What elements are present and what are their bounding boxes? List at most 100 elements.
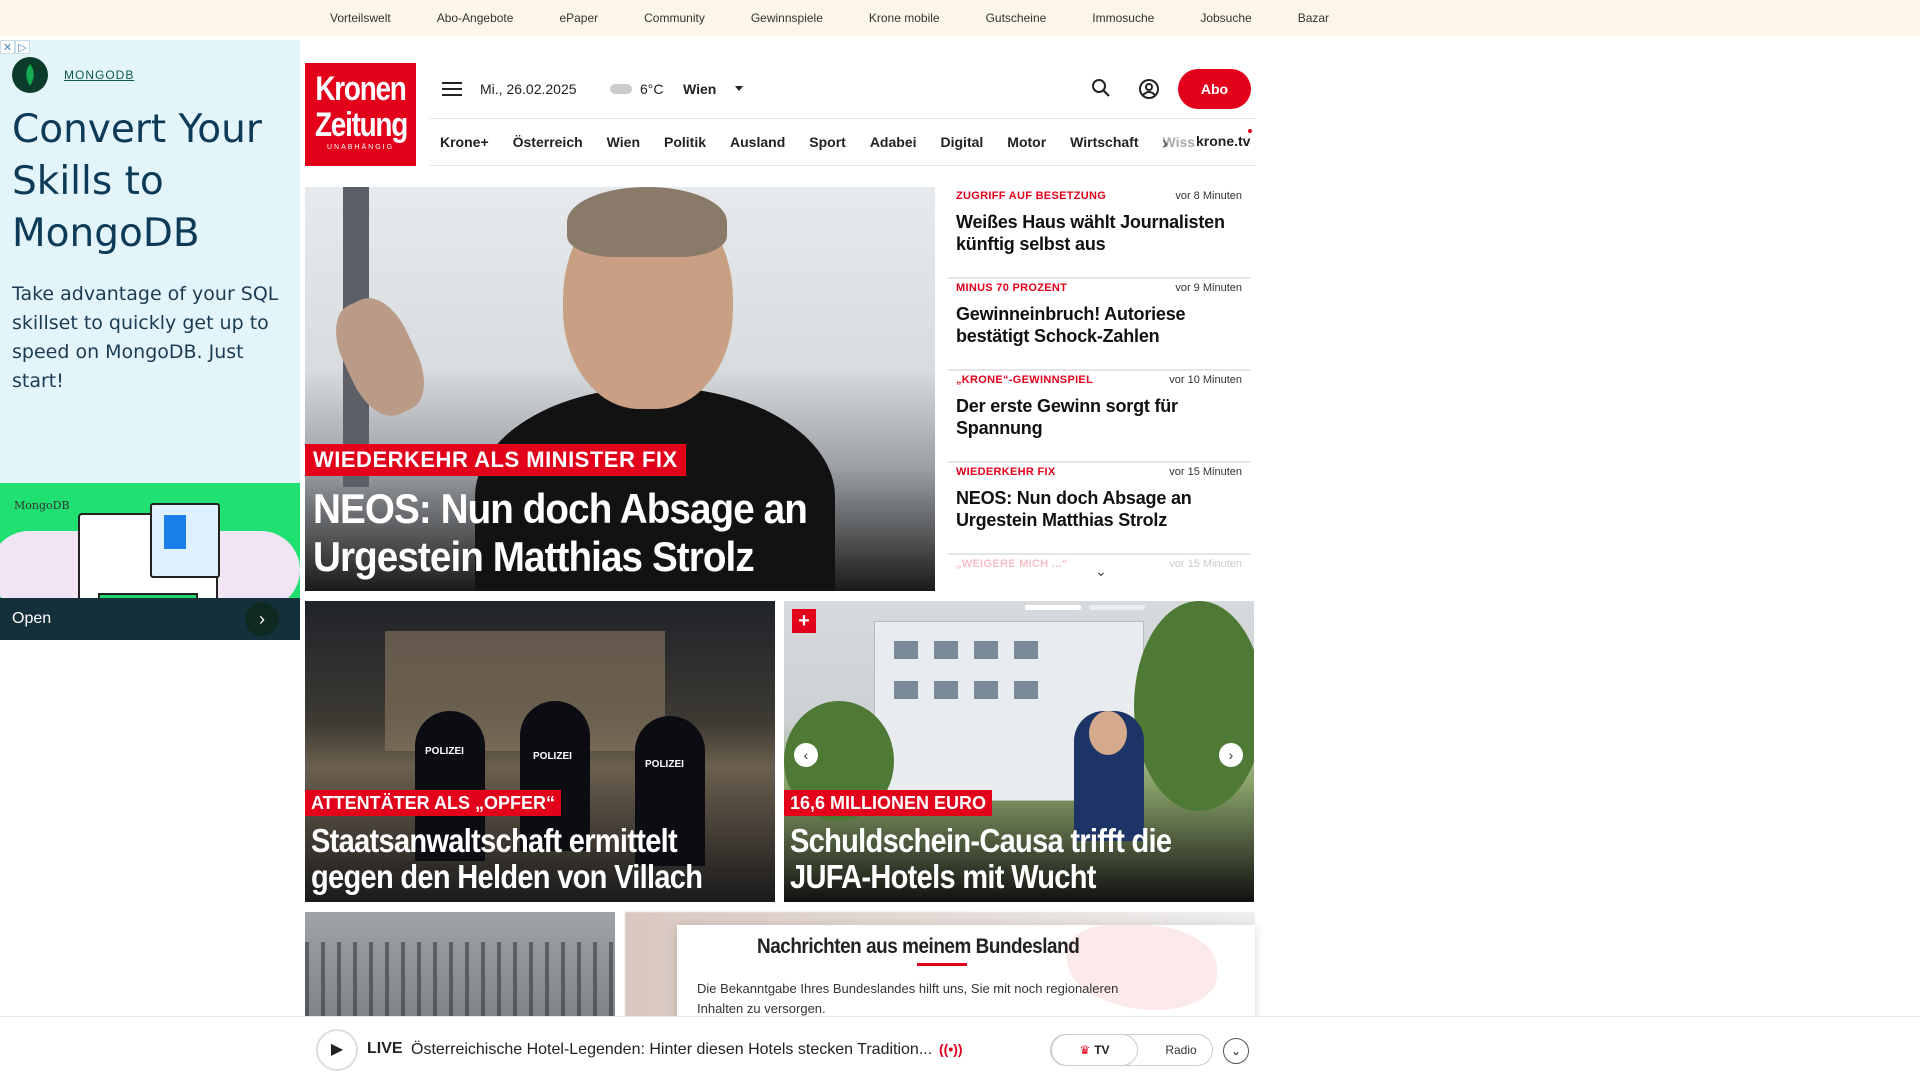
article-card-jufa[interactable]: + ‹ › 16,6 MILLIONEN EURO Schuldschein-C… xyxy=(784,601,1254,902)
ad-body-text: Take advantage of your SQL skillset to q… xyxy=(12,283,279,392)
nav-item-wirtschaft[interactable]: Wirtschaft xyxy=(1070,134,1138,150)
play-button[interactable]: ▶ xyxy=(316,1029,358,1071)
hero-article[interactable]: WIEDERKEHR ALS MINISTER FIX NEOS: Nun do… xyxy=(305,187,935,591)
nav-item-ausland[interactable]: Ausland xyxy=(730,134,785,150)
popup-text: Die Bekanntgabe Ihres Bundeslandes hilft… xyxy=(697,981,1119,1016)
article-card-villach[interactable]: POLIZEI POLIZEI POLIZEI ATTENTÄTER ALS „… xyxy=(305,601,775,902)
ticker-item[interactable]: „KRONE“-GEWINNSPIEL vor 10 Minuten Der e… xyxy=(948,371,1250,463)
tv-label: TV xyxy=(1094,1043,1110,1057)
util-link-gewinnspiele[interactable]: Gewinnspiele xyxy=(751,11,823,25)
chevron-down-icon[interactable]: ⌄ xyxy=(1223,1038,1249,1064)
radio-toggle-button[interactable]: Radio xyxy=(1151,1035,1211,1065)
ticker-title[interactable]: Gewinneinbruch! Autoriese bestätigt Scho… xyxy=(956,303,1242,347)
ticker-time: vor 9 Minuten xyxy=(1175,282,1242,294)
util-link-gutscheine[interactable]: Gutscheine xyxy=(986,11,1047,25)
nav-item-digital[interactable]: Digital xyxy=(941,134,984,150)
ticker-item[interactable]: ZUGRIFF AUF BESETZUNG vor 8 Minuten Weiß… xyxy=(948,187,1250,279)
ticker-time: vor 8 Minuten xyxy=(1175,190,1242,202)
chevron-right-icon[interactable]: › xyxy=(245,602,279,636)
ticker-title[interactable]: NEOS: Nun doch Absage an Urgestein Matth… xyxy=(956,487,1242,531)
police-label: POLIZEI xyxy=(645,759,684,770)
main-navigation: Krone+ Österreich Wien Politik Ausland S… xyxy=(430,118,1256,166)
util-link-epaper[interactable]: ePaper xyxy=(559,11,598,25)
nav-item-wien[interactable]: Wien xyxy=(607,134,640,150)
card-headline[interactable]: Schuldschein-Causa trifft die JUFA-Hotel… xyxy=(790,823,1195,895)
card-headline[interactable]: Staatsanwaltschaft ermittelt gegen den H… xyxy=(311,823,716,895)
current-date: Mi., 26.02.2025 xyxy=(480,81,577,97)
mongodb-leaf-icon xyxy=(12,57,48,93)
ad-cta-bar[interactable]: Open › xyxy=(0,598,300,640)
document-illustration xyxy=(150,503,220,578)
ad-open-link[interactable]: Open xyxy=(12,610,51,628)
util-link-krone-mobile[interactable]: Krone mobile xyxy=(869,11,940,25)
ticker-title[interactable]: Der erste Gewinn sorgt für Spannung xyxy=(956,395,1242,439)
carousel-next-icon[interactable]: › xyxy=(1219,743,1243,767)
util-link-community[interactable]: Community xyxy=(644,11,705,25)
hero-kicker: WIEDERKEHR ALS MINISTER FIX xyxy=(305,444,686,476)
ad-image-label: MongoDB xyxy=(14,499,70,512)
hamburger-menu-icon[interactable] xyxy=(442,82,462,96)
search-icon[interactable] xyxy=(1091,78,1111,103)
card-kicker: 16,6 MILLIONEN EURO xyxy=(784,790,993,816)
abo-button[interactable]: Abo xyxy=(1178,69,1251,109)
police-label: POLIZEI xyxy=(425,746,464,757)
card-kicker: ATTENTÄTER ALS „OPFER“ xyxy=(305,790,561,816)
player-title[interactable]: Österreichische Hotel-Legenden: Hinter d… xyxy=(411,1041,932,1059)
live-dot-icon xyxy=(1248,129,1252,133)
util-link-abo-angebote[interactable]: Abo-Angebote xyxy=(437,11,514,25)
ticker-item[interactable]: MINUS 70 PROZENT vor 9 Minuten Gewinnein… xyxy=(948,279,1250,371)
ad-brand: MONGODB xyxy=(12,57,134,93)
carousel-dot[interactable] xyxy=(1025,605,1081,610)
logo-line-2: Zeitung xyxy=(314,106,408,144)
ticker-time: vor 15 Minuten xyxy=(1169,466,1242,478)
ticker-time: vor 10 Minuten xyxy=(1169,374,1242,386)
utility-links: Vorteilswelt Abo-Angebote ePaper Communi… xyxy=(330,0,1375,36)
nav-item-adabei[interactable]: Adabei xyxy=(870,134,917,150)
util-link-immosuche[interactable]: Immosuche xyxy=(1092,11,1154,25)
cloud-icon xyxy=(610,84,632,94)
nav-item-politik[interactable]: Politik xyxy=(664,134,706,150)
nav-item-sport[interactable]: Sport xyxy=(809,134,846,150)
nav-item-motor[interactable]: Motor xyxy=(1007,134,1046,150)
crown-icon: ♛ xyxy=(1079,1043,1091,1057)
nav-item-krone-plus[interactable]: Krone+ xyxy=(440,134,489,150)
chevron-down-icon[interactable]: ⌄ xyxy=(1090,563,1112,579)
user-account-icon[interactable] xyxy=(1138,78,1160,105)
popup-title: Nachrichten aus meinem Bundesland xyxy=(757,935,1080,958)
carousel-indicators xyxy=(1025,605,1153,610)
media-toggle: ♛ TV Radio xyxy=(1050,1034,1213,1066)
live-label: LIVE xyxy=(367,1040,403,1057)
chevron-right-icon[interactable]: › xyxy=(1162,133,1168,154)
util-link-bazar[interactable]: Bazar xyxy=(1298,11,1329,25)
police-label: POLIZEI xyxy=(533,751,572,762)
tv-toggle-button[interactable]: ♛ TV xyxy=(1051,1034,1138,1066)
util-link-vorteilswelt[interactable]: Vorteilswelt xyxy=(330,11,391,25)
broadcast-icon: ((•)) xyxy=(939,1041,963,1057)
logo-tagline: UNABHÄNGIG xyxy=(326,144,395,151)
nav-item-krone-tv[interactable]: krone.tv xyxy=(1196,133,1250,149)
temperature: 6°C xyxy=(640,81,664,97)
ad-headline[interactable]: Convert Your Skills to MongoDB xyxy=(12,104,297,260)
ticker-time: vor 15 Minuten xyxy=(1169,558,1242,570)
hero-headline[interactable]: NEOS: Nun doch Absage an Urgestein Matth… xyxy=(313,485,865,581)
ticker-item[interactable]: WIEDERKEHR FIX vor 15 Minuten NEOS: Nun … xyxy=(948,463,1250,555)
mongodb-ad[interactable]: ✕ ▷ MONGODB Convert Your Skills to Mongo… xyxy=(0,40,300,640)
logo-line-1: Kronen xyxy=(315,70,406,108)
chevron-down-icon[interactable] xyxy=(735,86,743,91)
krone-plus-icon: + xyxy=(792,609,816,633)
carousel-prev-icon[interactable]: ‹ xyxy=(794,743,818,767)
ad-close-icon[interactable]: ✕ xyxy=(0,40,15,54)
util-link-jobsuche[interactable]: Jobsuche xyxy=(1200,11,1251,25)
ad-brand-name[interactable]: MONGODB xyxy=(64,68,134,82)
ad-choices[interactable]: ✕ ▷ xyxy=(0,40,30,54)
kronen-zeitung-logo[interactable]: Kronen Zeitung UNABHÄNGIG xyxy=(305,63,416,166)
utility-bar: Vorteilswelt Abo-Angebote ePaper Communi… xyxy=(0,0,1920,36)
nav-item-oesterreich[interactable]: Österreich xyxy=(513,134,583,150)
live-player-bar: ▶ LIVE Österreichische Hotel-Legenden: H… xyxy=(0,1016,1920,1080)
news-ticker: ZUGRIFF AUF BESETZUNG vor 8 Minuten Weiß… xyxy=(948,187,1250,572)
ad-info-icon[interactable]: ▷ xyxy=(15,40,30,54)
ticker-title[interactable]: Weißes Haus wählt Journalisten künftig s… xyxy=(956,211,1242,255)
city-selector[interactable]: Wien xyxy=(683,81,716,97)
carousel-dot[interactable] xyxy=(1089,605,1145,610)
weather-widget[interactable]: 6°C xyxy=(610,81,664,97)
